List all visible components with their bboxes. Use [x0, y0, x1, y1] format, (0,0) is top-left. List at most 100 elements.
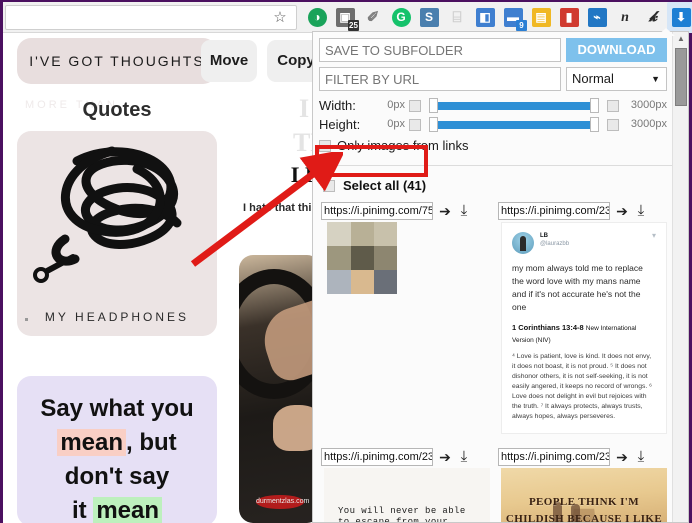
sunset-quote-text: PEOPLE THINK I'M CHILDISH BECAUSE I LIKE… — [501, 468, 667, 523]
scrollbar-thumb[interactable] — [675, 48, 687, 106]
image-url-field[interactable]: https://i.pinimg.com/75x — [321, 202, 433, 220]
grammarly-icon[interactable]: G — [387, 2, 415, 33]
download-image-icon[interactable]: ⤓ — [457, 448, 471, 466]
pin-card-thoughts[interactable]: I'VE GOT THOUGHTS — [17, 38, 217, 84]
open-image-arrow-icon[interactable]: ➔ — [438, 202, 452, 220]
open-image-arrow-icon[interactable]: ➔ — [615, 202, 629, 220]
mode-select[interactable]: Normal ▼ — [566, 67, 667, 91]
height-max-checkbox[interactable] — [607, 119, 619, 131]
notes-icon[interactable]: ▤ — [527, 2, 555, 33]
mode-select-value: Normal — [572, 71, 614, 86]
share-extension-icon[interactable]: ◧ — [471, 2, 499, 33]
colorpick-eyedropper-icon[interactable]: ✐ — [359, 2, 387, 33]
width-min-value: 0px — [371, 96, 405, 115]
select-all-row[interactable]: Select all (41) — [323, 178, 426, 194]
image-cell: https://i.pinimg.com/236 ➔ ⤓ LB @laurazb… — [496, 200, 673, 434]
image-url-field[interactable]: https://i.pinimg.com/236 — [498, 448, 610, 466]
filter-by-url-input[interactable] — [319, 67, 561, 91]
height-slider-track — [436, 121, 592, 129]
pinterest-save-icon-glyph: ⌸ — [448, 8, 467, 27]
sunset-line-2: CHILDISH BECAUSE I LIKE — [501, 511, 667, 523]
width-max-checkbox[interactable] — [607, 100, 619, 112]
nimbus-icon-glyph: n — [616, 8, 635, 27]
scroll-up-arrow-icon[interactable]: ▲ — [673, 32, 689, 46]
pin-thoughts-text: I'VE GOT THOUGHTS — [29, 53, 204, 69]
height-label: Height: — [319, 115, 367, 134]
width-range-slider[interactable] — [425, 98, 603, 113]
pin-card-headphones[interactable]: MY HEADPHONES — [17, 131, 217, 336]
image-thumbnail[interactable] — [327, 222, 397, 294]
pin-card-steering-wheel-photo[interactable]: durmentzlas.com — [239, 255, 321, 523]
download-image-icon[interactable]: ⤓ — [634, 202, 648, 220]
width-slider-knob-left[interactable] — [429, 98, 438, 113]
board-title: Quotes — [17, 91, 217, 129]
say-highlight-mean-2: mean — [93, 497, 162, 523]
page-dot — [25, 318, 28, 321]
scribd-icon-glyph: S — [420, 8, 439, 27]
chevron-down-icon: ▾ — [652, 232, 656, 240]
tweet-identity: LB @laurazbb — [540, 232, 569, 249]
download-image-icon[interactable]: ⤓ — [634, 448, 648, 466]
height-max-value: 3000px — [623, 115, 667, 134]
panel-scrollbar[interactable]: ▲ — [672, 32, 688, 523]
evernote-clipper-icon[interactable]: ▣25 — [331, 2, 359, 33]
say-line-3: don't say — [17, 460, 217, 494]
save-to-subfolder-input[interactable] — [319, 38, 561, 62]
say-line-4: it mean — [17, 494, 217, 523]
pin-card-say-what-you-mean[interactable]: Say what you mean, but don't say it mean — [17, 376, 217, 523]
width-label: Width: — [319, 96, 367, 115]
download-button[interactable]: DOWNLOAD — [566, 38, 667, 62]
tweet-header: LB @laurazbb ▾ — [512, 232, 656, 254]
readers-icon[interactable]: ▮ — [555, 2, 583, 33]
select-all-label: Select all (41) — [343, 178, 426, 194]
readers-icon-glyph: ▮ — [560, 8, 579, 27]
sunset-line-1: PEOPLE THINK I'M — [501, 494, 667, 511]
image-cell: https://i.pinimg.com/75x ➔ ⤓ — [319, 200, 496, 434]
image-url-field[interactable]: https://i.pinimg.com/236 — [321, 448, 433, 466]
tweet-display-name: LB — [540, 232, 569, 240]
image-cell: https://i.pinimg.com/236 ➔ ⤓ You will ne… — [319, 446, 496, 523]
width-min-checkbox[interactable] — [409, 100, 421, 112]
height-slider-knob-right[interactable] — [590, 117, 599, 132]
image-downloader-panel: DOWNLOAD Normal ▼ Width: 0px 3000px Heig… — [312, 31, 689, 523]
nimbus-icon[interactable]: n — [611, 2, 639, 33]
height-min-value: 0px — [371, 115, 405, 134]
pocket-icon[interactable]: ◑ — [303, 2, 331, 33]
lastpass-icon[interactable]: ⌁ — [583, 2, 611, 33]
share-extension-icon-glyph: ◧ — [476, 8, 495, 27]
height-min-checkbox[interactable] — [409, 119, 421, 131]
image-thumbnail[interactable]: LB @laurazbb ▾ my mom always told me to … — [501, 222, 667, 434]
grammarly-icon-glyph: G — [392, 8, 411, 27]
download-image-icon[interactable]: ⤓ — [457, 202, 471, 220]
height-range-slider[interactable] — [425, 117, 603, 132]
height-slider-knob-left[interactable] — [429, 117, 438, 132]
headphones-caption: MY HEADPHONES — [17, 310, 217, 324]
pinterest-save-icon[interactable]: ⌸ — [443, 2, 471, 33]
star-icon[interactable]: ☆ — [272, 10, 288, 26]
open-image-arrow-icon[interactable]: ➔ — [615, 448, 629, 466]
image-results-grid: https://i.pinimg.com/75x ➔ ⤓ https://i.p… — [319, 200, 673, 523]
scribd-icon[interactable]: S — [415, 2, 443, 33]
panel-pointer-arrow — [657, 28, 675, 36]
tweet-handle: @laurazbb — [540, 240, 569, 249]
photo-watermark: durmentzlas.com — [256, 495, 304, 509]
width-slider-knob-right[interactable] — [590, 98, 599, 113]
open-image-arrow-icon[interactable]: ➔ — [438, 448, 452, 466]
image-url-row: https://i.pinimg.com/236 ➔ ⤓ — [319, 446, 496, 468]
image-thumbnail[interactable]: PEOPLE THINK I'M CHILDISH BECAUSE I LIKE… — [501, 468, 667, 523]
select-all-checkbox[interactable] — [323, 180, 335, 192]
address-bar[interactable]: ☆ — [5, 5, 297, 30]
colorpick-eyedropper-icon-glyph: ✐ — [364, 8, 383, 27]
pocket-icon-glyph: ◑ — [308, 8, 327, 27]
comments-icon[interactable]: ▬9 — [499, 2, 527, 33]
image-url-row: https://i.pinimg.com/75x ➔ ⤓ — [319, 200, 496, 222]
move-button[interactable]: Move — [201, 40, 257, 82]
tweet-body-text: my mom always told me to replace the wor… — [512, 262, 656, 314]
lastpass-icon-glyph: ⌁ — [588, 8, 607, 27]
verse-reference: 1 Corinthians 13:4-8 New International V… — [512, 322, 656, 346]
image-thumbnail[interactable]: You will never be able to escape from yo… — [324, 468, 490, 523]
signature-icon-glyph: 𝓴 — [644, 8, 663, 27]
image-url-field[interactable]: https://i.pinimg.com/236 — [498, 202, 610, 220]
width-filter-row: Width: 0px 3000px — [319, 96, 667, 115]
filter-row: Normal ▼ — [319, 67, 667, 91]
